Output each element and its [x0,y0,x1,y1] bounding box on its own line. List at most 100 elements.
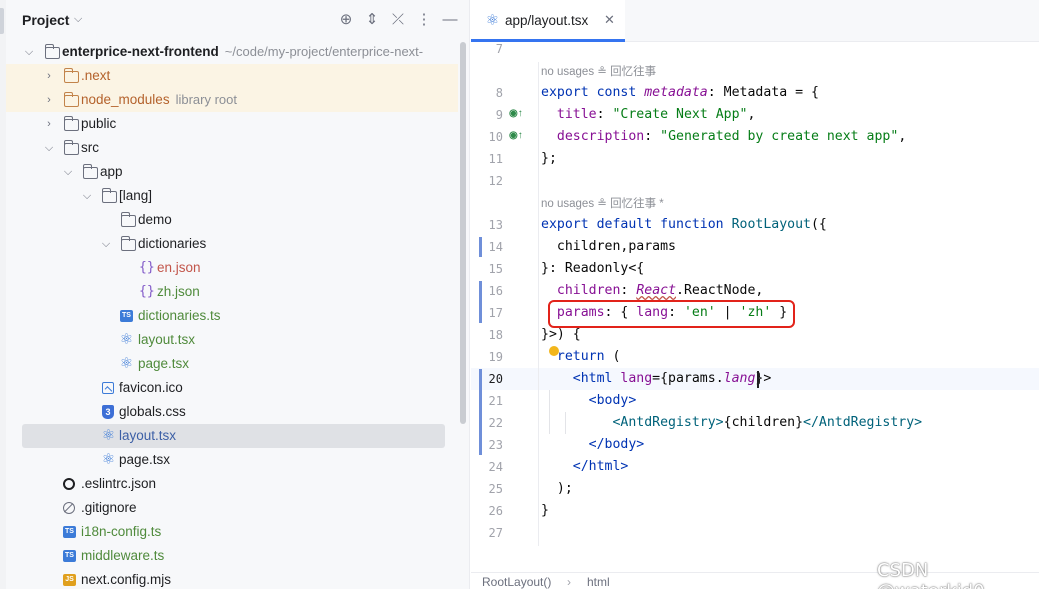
tree-item-i18n-config[interactable]: TS i18n-config.ts [6,520,458,544]
code-line-11[interactable]: }; [541,148,557,170]
config-icon [63,478,75,490]
usages-hint[interactable]: no usages ≗ 回忆往事 * [541,195,664,213]
line-number: 11 [488,152,503,166]
typescript-icon: TS [63,550,76,562]
code-line-10[interactable]: description: "Generated by create next a… [541,126,906,148]
tree-item-demo[interactable]: demo [6,208,458,232]
breadcrumb-item[interactable]: html [587,575,610,589]
code-line-9[interactable]: title: "Create Next App", [541,104,756,126]
tree-item-next-dir[interactable]: › .next [6,64,458,88]
line-number: 16 [488,284,503,298]
tree-item-label: .gitignore [81,500,137,515]
typescript-icon: TS [120,310,133,322]
tree-item-zh-json[interactable]: {} zh.json [6,280,458,304]
tree-item-app-layout[interactable]: ⚛ layout.tsx [22,424,445,448]
tree-item-dictionaries-ts[interactable]: TS dictionaries.ts [6,304,458,328]
collapse-all-icon[interactable]: ⤫ [388,10,408,30]
tree-item-label: node_modules library root [81,92,237,107]
tree-item-public[interactable]: › public [6,112,458,136]
tree-item-gitignore[interactable]: .gitignore [6,496,458,520]
project-scrollbar[interactable] [460,42,466,424]
project-panel-title[interactable]: Project [22,12,69,28]
code-line-23[interactable]: </body> [541,434,645,456]
code-line-22[interactable]: <AntdRegistry>{children}</AntdRegistry> [541,412,922,434]
breadcrumb-item[interactable]: RootLayout() [482,575,551,589]
line-number: 22 [488,416,503,430]
tree-item-middleware[interactable]: TS middleware.ts [6,544,458,568]
usages-hint[interactable]: no usages ≗ 回忆往事 [541,63,656,81]
hide-panel-icon[interactable]: — [440,10,460,30]
watermark: CSDN @waterkid0 [877,560,985,589]
tree-item-label: page.tsx [138,356,190,371]
tree-item-label: app [100,164,123,179]
chevron-down-icon[interactable]: ⌵ [99,232,113,256]
locate-icon[interactable]: ⊕ [336,10,356,30]
line-number: 14 [488,240,503,254]
line-number: 10 [488,130,503,144]
tree-item-eslintrc[interactable]: .eslintrc.json [6,472,458,496]
tree-item-dictionaries[interactable]: ⌵ dictionaries [6,232,458,256]
line-number: 26 [488,504,503,518]
code-line-24[interactable]: </html> [541,456,629,478]
line-number: 15 [488,262,503,276]
expand-all-icon[interactable]: ⇕ [362,10,382,30]
code-editor: ⚛ app/layout.tsx ✕ 7 8 9 10 11 12 13 14 … [471,0,1039,589]
chevron-right-icon[interactable]: › [42,112,56,136]
project-panel: Project ⌵ ⊕ ⇕ ⤫ ⋮ — ⌵ enterprice-next-fr… [6,0,470,589]
chevron-down-icon[interactable]: ⌵ [80,184,94,208]
tab-app-layout[interactable]: ⚛ app/layout.tsx ✕ [471,0,625,42]
tree-item-app-page[interactable]: ⚛ page.tsx [6,448,458,472]
chevron-down-icon[interactable]: ⌵ [74,13,82,26]
tree-item-app[interactable]: ⌵ app [6,160,458,184]
tree-item-label: .eslintrc.json [81,476,157,491]
chevron-right-icon[interactable]: › [42,64,56,88]
code-line-15[interactable]: }: Readonly<{ [541,258,644,280]
gutter-divider [538,62,539,546]
override-gutter-icon[interactable]: ◉↑ [509,108,523,119]
chevron-down-icon[interactable]: ⌵ [61,160,75,184]
tree-item-node-modules[interactable]: › node_modules library root [6,88,458,112]
folder-icon [63,140,79,155]
tree-item-label: middleware.ts [81,548,165,563]
tree-item-src[interactable]: ⌵ src [6,136,458,160]
code-line-14[interactable]: children,params [541,236,676,258]
lightbulb-icon[interactable] [549,346,559,356]
code-line-13[interactable]: export default function RootLayout({ [541,214,827,236]
tree-item-favicon[interactable]: favicon.ico [6,376,458,400]
folder-icon [82,164,98,179]
tree-item-lang-layout[interactable]: ⚛ layout.tsx [6,328,458,352]
line-number: 18 [488,328,503,342]
folder-icon [120,212,136,227]
tree-item-label: dictionaries [138,236,207,251]
tree-item-en-json[interactable]: {} en.json [6,256,458,280]
json-icon: {} [139,284,155,299]
tool-window-indicator[interactable] [0,8,4,34]
tree-item-next-config[interactable]: JS next.config.mjs [6,568,458,589]
code-line-25[interactable]: ); [541,478,573,500]
override-gutter-icon[interactable]: ◉↑ [509,130,523,141]
typescript-icon: TS [63,526,76,538]
tree-item-label: page.tsx [119,452,171,467]
tree-item-label: enterprice-next-frontend ~/code/my-projec… [62,44,424,59]
code-line-26[interactable]: } [541,500,549,522]
ignore-icon [63,502,75,514]
breadcrumb-separator: › [567,575,571,589]
tree-item-label: [lang] [119,188,153,203]
code-line-16[interactable]: children: React.ReactNode, [541,280,763,302]
folder-icon [101,188,117,203]
tree-item-lang-page[interactable]: ⚛ page.tsx [6,352,458,376]
code-line-21[interactable]: <body> [541,390,637,412]
code-line-20[interactable]: <html lang={params.lang}> [541,368,772,390]
chevron-down-icon[interactable]: ⌵ [42,136,56,160]
close-icon[interactable]: ✕ [604,12,615,28]
line-number: 9 [495,108,503,122]
json-icon: {} [139,260,155,275]
tree-item-globals-css[interactable]: 3 globals.css [6,400,458,424]
code-line-8[interactable]: export const metadata: Metadata = { [541,82,819,104]
tree-item-root[interactable]: ⌵ enterprice-next-frontend ~/code/my-proj… [6,40,458,64]
editor-tab-bar: ⚛ app/layout.tsx ✕ [471,0,1039,42]
more-options-icon[interactable]: ⋮ [414,10,434,30]
chevron-right-icon[interactable]: › [42,88,56,112]
tree-item-lang[interactable]: ⌵ [lang] [6,184,458,208]
chevron-down-icon[interactable]: ⌵ [22,40,36,64]
